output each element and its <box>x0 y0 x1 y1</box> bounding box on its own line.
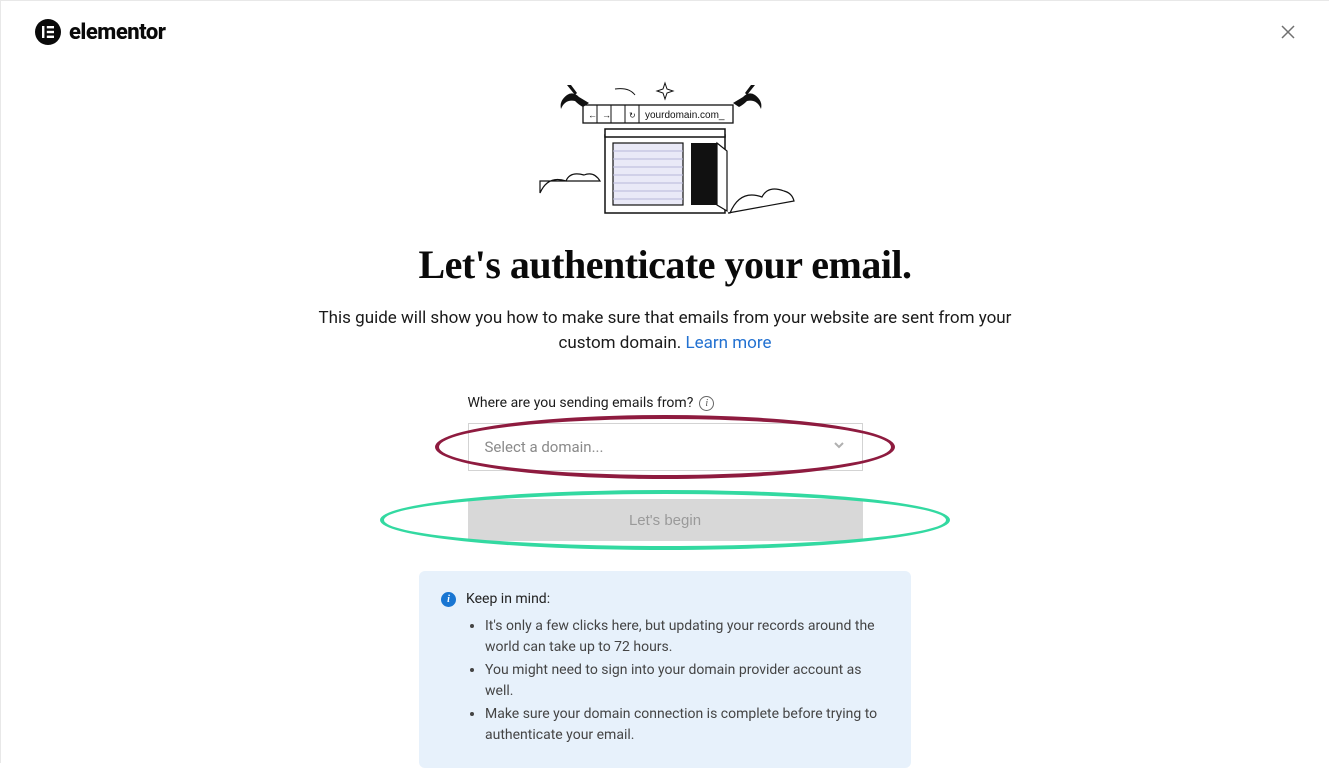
domain-select[interactable]: Select a domain... <box>468 423 863 471</box>
domain-select-wrap: Select a domain... <box>468 423 863 471</box>
domain-select-placeholder: Select a domain... <box>485 438 604 456</box>
note-item: It's only a few clicks here, but updatin… <box>485 616 889 658</box>
page-subtitle: This guide will show you how to make sur… <box>305 306 1025 355</box>
hero-illustration: ← → ↻ yourdomain.com_ <box>535 73 795 223</box>
main-content: ← → ↻ yourdomain.com_ Let's authenticate… <box>1 45 1329 768</box>
modal-header: elementor <box>1 1 1329 45</box>
svg-text:←: ← <box>588 111 597 121</box>
page-title: Let's authenticate your email. <box>418 241 911 288</box>
svg-text:↻: ↻ <box>629 111 636 120</box>
form-area: Where are you sending emails from? i Sel… <box>468 395 863 571</box>
illustration-banner-text: yourdomain.com_ <box>645 110 725 121</box>
field-label-row: Where are you sending emails from? i <box>468 395 715 411</box>
learn-more-link[interactable]: Learn more <box>685 333 771 353</box>
close-icon <box>1281 25 1295 39</box>
keep-in-mind-note: i Keep in mind: It's only a few clicks h… <box>419 571 911 768</box>
brand-name: elementor <box>69 20 165 45</box>
brand-logo: elementor <box>35 19 165 45</box>
lets-begin-button[interactable]: Let's begin <box>468 499 863 541</box>
elementor-logo-icon <box>35 19 61 45</box>
subtitle-text: This guide will show you how to make sur… <box>319 308 1012 353</box>
info-icon[interactable]: i <box>699 396 714 411</box>
begin-button-wrap: Let's begin <box>468 499 863 541</box>
note-item: Make sure your domain connection is comp… <box>485 704 889 746</box>
svg-text:→: → <box>602 111 611 121</box>
note-list: It's only a few clicks here, but updatin… <box>441 616 889 746</box>
note-item: You might need to sign into your domain … <box>485 660 889 702</box>
domain-field-label: Where are you sending emails from? <box>468 395 694 411</box>
note-info-icon: i <box>441 592 456 607</box>
note-heading-row: i Keep in mind: <box>441 589 889 610</box>
close-button[interactable] <box>1277 21 1299 43</box>
note-heading: Keep in mind: <box>466 589 550 610</box>
chevron-down-icon <box>832 438 846 456</box>
